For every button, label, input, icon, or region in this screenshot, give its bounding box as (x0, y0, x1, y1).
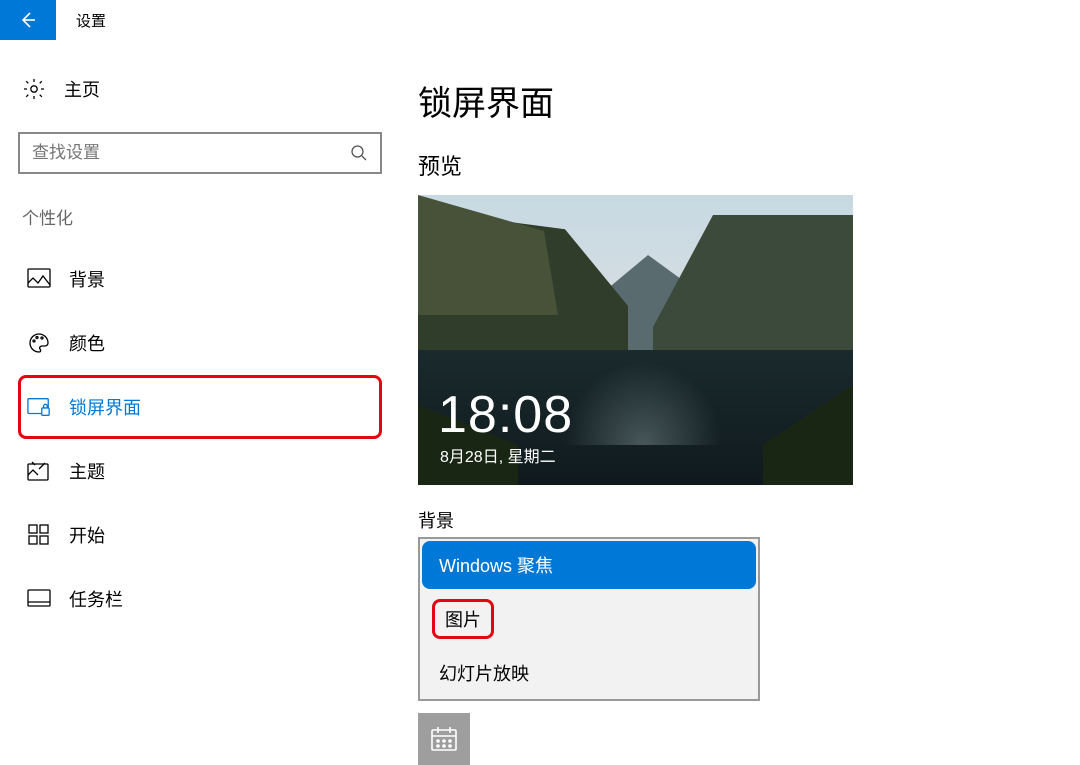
gear-icon (22, 77, 46, 101)
search-icon (350, 144, 368, 162)
titlebar: 设置 (0, 0, 1080, 40)
sidebar-item-label: 背景 (69, 266, 105, 292)
calendar-button[interactable] (418, 713, 470, 765)
search-box[interactable] (18, 132, 382, 174)
lockscreen-date: 8月28日, 星期二 (440, 443, 556, 467)
image-icon (27, 267, 51, 291)
search-input[interactable] (32, 143, 350, 163)
dropdown-option-slideshow[interactable]: 幻灯片放映 (422, 649, 756, 697)
content: 锁屏界面 预览 18:08 8月28日, 星期二 背景 Windows 聚焦 图… (400, 40, 1080, 765)
background-dropdown[interactable]: Windows 聚焦 图片 幻灯片放映 (418, 537, 760, 701)
lockscreen-icon (27, 395, 51, 419)
dropdown-option-spotlight[interactable]: Windows 聚焦 (422, 541, 756, 589)
lockscreen-preview: 18:08 8月28日, 星期二 (418, 195, 853, 485)
palette-icon (27, 331, 51, 355)
start-icon (27, 523, 51, 547)
sidebar-item-label: 颜色 (69, 330, 105, 356)
sidebar-item-taskbar[interactable]: 任务栏 (18, 567, 382, 631)
sidebar-item-label: 开始 (69, 522, 105, 548)
preview-reflection (558, 355, 728, 445)
dropdown-option-picture[interactable]: 图片 (432, 599, 494, 639)
sidebar: 主页 个性化 背景 颜色 锁屏界面 (0, 40, 400, 765)
sidebar-item-themes[interactable]: 主题 (18, 439, 382, 503)
lockscreen-time: 18:08 (438, 385, 573, 445)
theme-icon (27, 459, 51, 483)
arrow-left-icon (18, 10, 38, 30)
background-label: 背景 (418, 485, 1080, 537)
sidebar-home-label: 主页 (64, 76, 100, 102)
sidebar-item-label: 锁屏界面 (69, 394, 141, 420)
dropdown-option-label: 幻灯片放映 (439, 664, 529, 684)
sidebar-item-home[interactable]: 主页 (18, 40, 382, 122)
window-title: 设置 (76, 10, 106, 31)
dropdown-option-label: Windows 聚焦 (439, 556, 553, 576)
preview-label: 预览 (418, 149, 1080, 195)
sidebar-item-colors[interactable]: 颜色 (18, 311, 382, 375)
back-button[interactable] (0, 0, 56, 40)
page-title: 锁屏界面 (418, 40, 1080, 149)
sidebar-item-start[interactable]: 开始 (18, 503, 382, 567)
sidebar-section-label: 个性化 (18, 204, 382, 247)
sidebar-item-label: 任务栏 (69, 586, 123, 612)
sidebar-item-lockscreen[interactable]: 锁屏界面 (18, 375, 382, 439)
dropdown-option-label: 图片 (445, 610, 481, 630)
calendar-icon (429, 724, 459, 754)
taskbar-icon (27, 587, 51, 611)
sidebar-item-label: 主题 (69, 458, 105, 484)
sidebar-item-background[interactable]: 背景 (18, 247, 382, 311)
